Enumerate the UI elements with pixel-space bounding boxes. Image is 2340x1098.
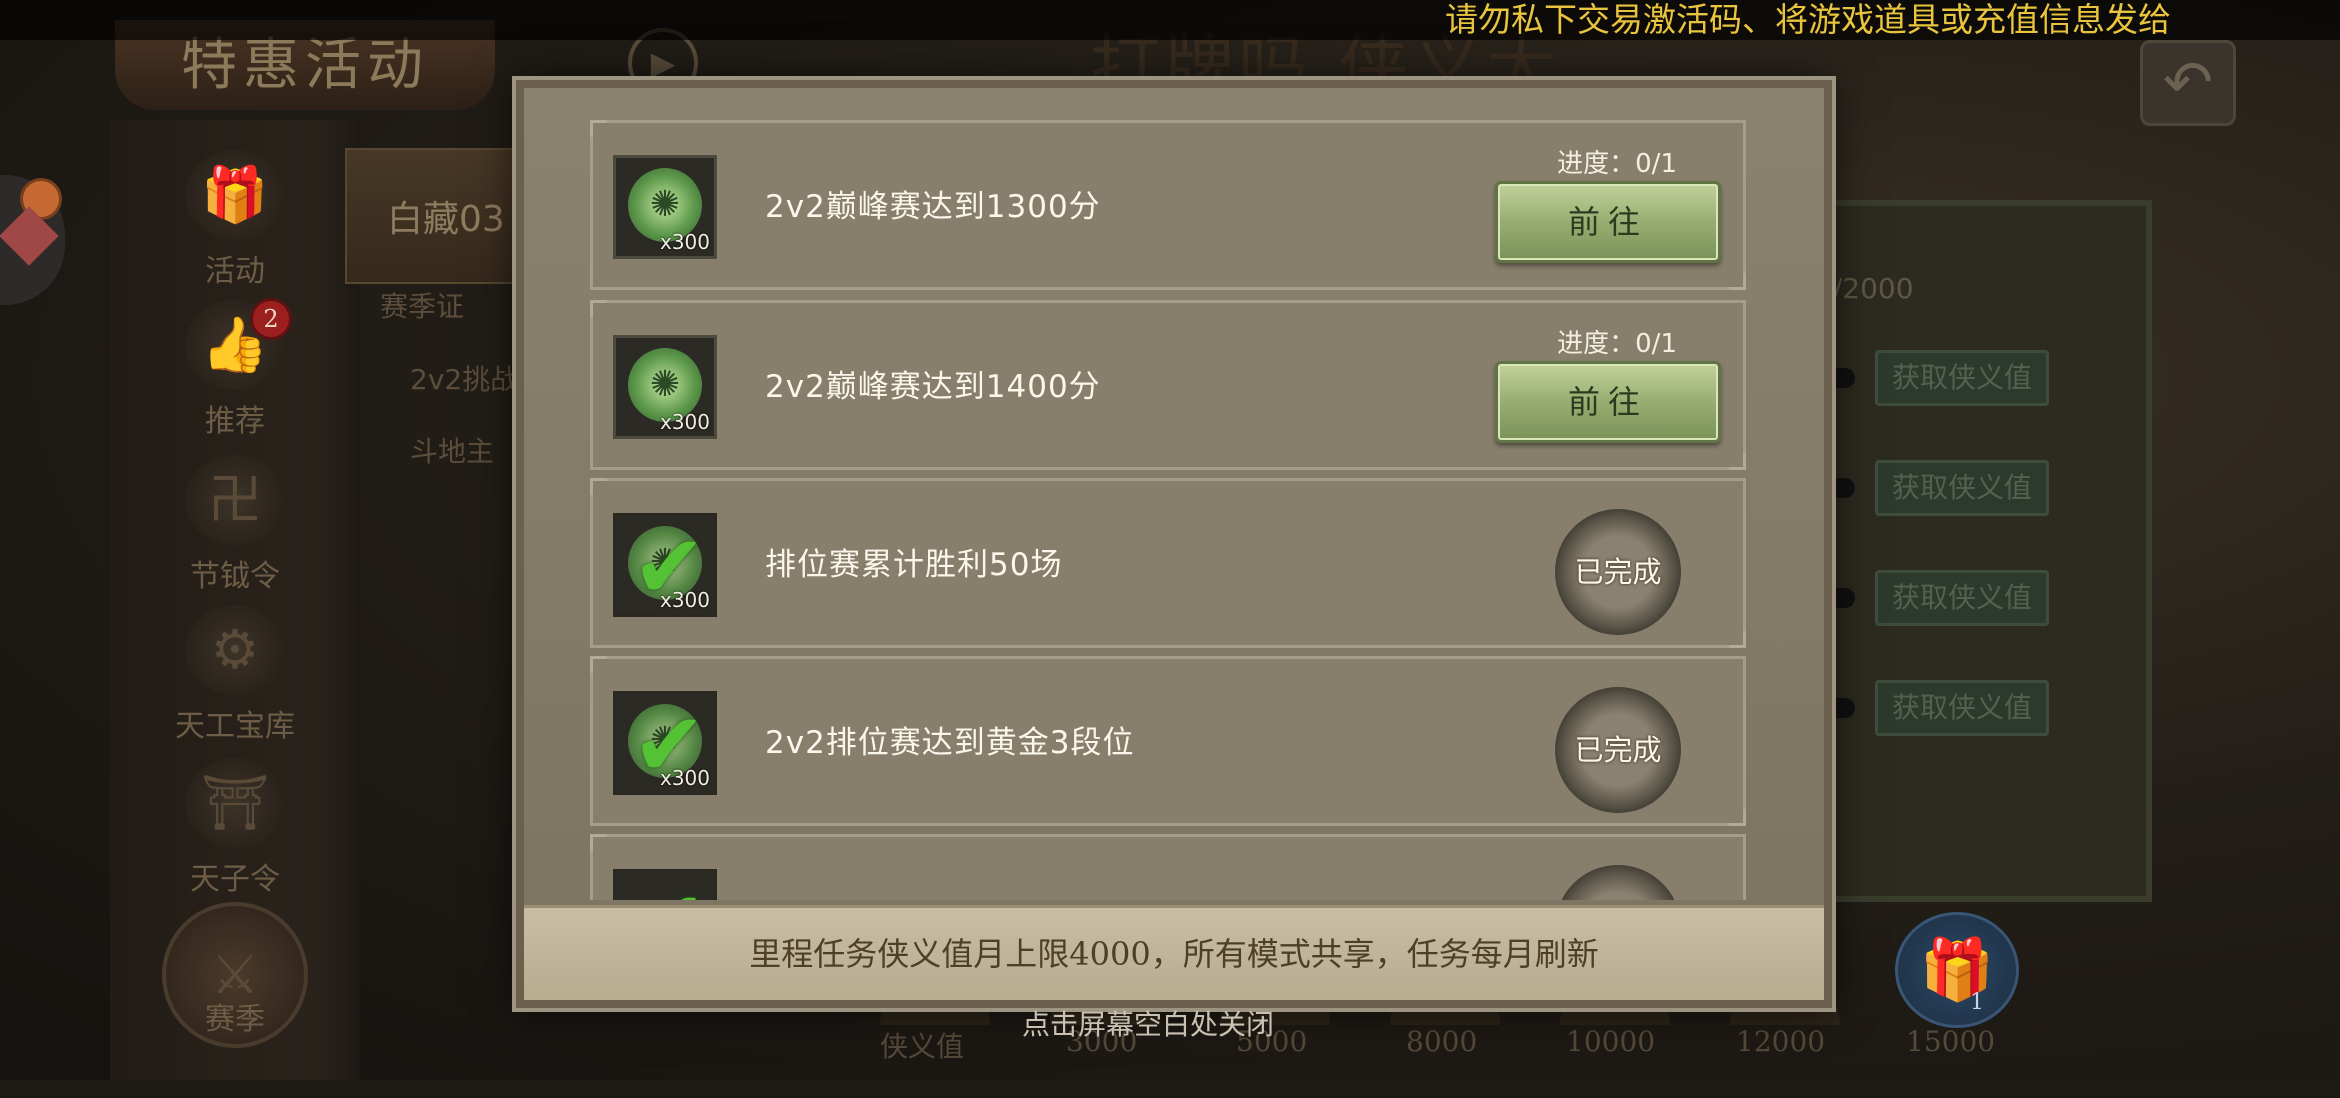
milestone-label: 15000: [1906, 1025, 1996, 1058]
submenu-title: 白藏03: [387, 199, 505, 240]
sidebar-item-tianzi[interactable]: ⛩ 天子令: [110, 758, 360, 898]
reward-item: ✔: [613, 869, 717, 900]
seal-icon: ⛩: [185, 758, 285, 848]
milestone-label: 10000: [1566, 1025, 1656, 1058]
task-row: ✺ x300 2v2巅峰赛达到1400分 进度：0/1 前往: [590, 300, 1746, 470]
task-progress: 进度：0/1: [1557, 149, 1677, 179]
completed-label: 已完成: [1574, 733, 1662, 767]
sidebar-item-label: 节钺令: [190, 559, 280, 594]
footer-note: 里程任务侠义值月上限4000，所有模式共享，任务每月刷新: [749, 935, 1599, 973]
reward-count: x300: [659, 410, 710, 434]
sidebar-item-treasury[interactable]: ⚙ 天工宝库: [110, 605, 360, 745]
token-icon: 卍: [185, 455, 285, 545]
submenu-item-2v2[interactable]: 2v2挑战: [410, 358, 518, 398]
reward-count: x300: [659, 230, 710, 254]
get-points-button[interactable]: 获取侠义值: [1875, 680, 2049, 736]
reward-item: ✺ x300 ✔: [613, 513, 717, 617]
completed-label: 已完成: [1574, 555, 1662, 589]
reward-scroll-panel: [1800, 200, 2152, 902]
sidebar-item-label: 天工宝库: [175, 709, 295, 744]
announcement-text: 请勿私下交易激活码、将游戏道具或充值信息发给: [1445, 0, 2171, 39]
gift-icon: 🎁: [185, 150, 285, 240]
task-title: 2v2巅峰赛达到1400分: [765, 369, 1101, 405]
checkmark-icon: ✔: [624, 878, 714, 901]
sidebar-item-label: 天子令: [190, 862, 280, 897]
sidebar-item-recommend[interactable]: 👍 推荐 2: [110, 298, 360, 440]
announcement-marquee: 请勿私下交易激活码、将游戏道具或充值信息发给: [0, 0, 2340, 40]
task-row-partial: ✔: [590, 834, 1746, 900]
checkmark-icon: ✔: [632, 693, 706, 795]
reward-item: ✺ x300 ✔: [613, 691, 717, 795]
milestone-task-dialog: ✺ x300 2v2巅峰赛达到1300分 进度：0/1 前往 ✺ x300 2v…: [516, 80, 1832, 1008]
back-button[interactable]: ↶: [2140, 40, 2236, 126]
milestone-label: 12000: [1736, 1025, 1826, 1058]
task-title: 排位赛累计胜利50场: [765, 547, 1063, 583]
return-arrow-icon: ↶: [2162, 48, 2214, 118]
checkmark-icon: ✔: [632, 515, 706, 617]
treasury-icon: ⚙: [185, 605, 285, 695]
task-progress: 进度：0/1: [1557, 329, 1677, 359]
dialog-footer: 里程任务侠义值月上限4000，所有模式共享，任务每月刷新: [524, 905, 1824, 1000]
completed-stamp: 已完成: [1555, 687, 1681, 813]
submenu-item-season-pass[interactable]: 赛季证: [380, 285, 464, 325]
milestone-label: 8000: [1406, 1025, 1478, 1058]
reward-item: ✺ x300: [613, 155, 717, 259]
completed-stamp: [1555, 865, 1681, 900]
sidebar-item-label: 推荐: [205, 404, 265, 439]
completed-stamp: 已完成: [1555, 509, 1681, 635]
reward-item: ✺ x300: [613, 335, 717, 439]
submenu-item-doudizhu[interactable]: 斗地主: [410, 430, 494, 470]
go-button[interactable]: 前往: [1495, 181, 1721, 263]
task-list[interactable]: ✺ x300 2v2巅峰赛达到1300分 进度：0/1 前往 ✺ x300 2v…: [590, 120, 1746, 900]
sidebar-item-activity[interactable]: 🎁 活动: [110, 150, 360, 290]
task-title: 2v2排位赛达到黄金3段位: [765, 725, 1135, 761]
sidebar-item-season[interactable]: ⚔ 赛季: [110, 902, 360, 1098]
gift-box-reward[interactable]: 🎁: [1895, 912, 2019, 1028]
get-points-button[interactable]: 获取侠义值: [1875, 350, 2049, 406]
notification-badge: 2: [250, 298, 292, 340]
get-points-button[interactable]: 获取侠义值: [1875, 460, 2049, 516]
sidebar-item-label: 活动: [205, 254, 265, 289]
close-hint: 点击屏幕空白处关闭: [1022, 1008, 1275, 1041]
sidebar-item-jieyue[interactable]: 卍 节钺令: [110, 455, 360, 595]
task-row: ✺ x300 2v2巅峰赛达到1300分 进度：0/1 前往: [590, 120, 1746, 290]
task-row: ✺ x300 ✔ 排位赛累计胜利50场 已完成: [590, 478, 1746, 648]
reward-track-label: 侠义值: [880, 1030, 965, 1063]
get-points-button[interactable]: 获取侠义值: [1875, 570, 2049, 626]
go-button[interactable]: 前往: [1495, 361, 1721, 443]
sidebar-item-label: 赛季: [205, 1002, 265, 1037]
task-title: 2v2巅峰赛达到1300分: [765, 189, 1101, 225]
task-row: ✺ x300 ✔ 2v2排位赛达到黄金3段位 已完成: [590, 656, 1746, 826]
gift-count: 1: [1970, 990, 1984, 1015]
